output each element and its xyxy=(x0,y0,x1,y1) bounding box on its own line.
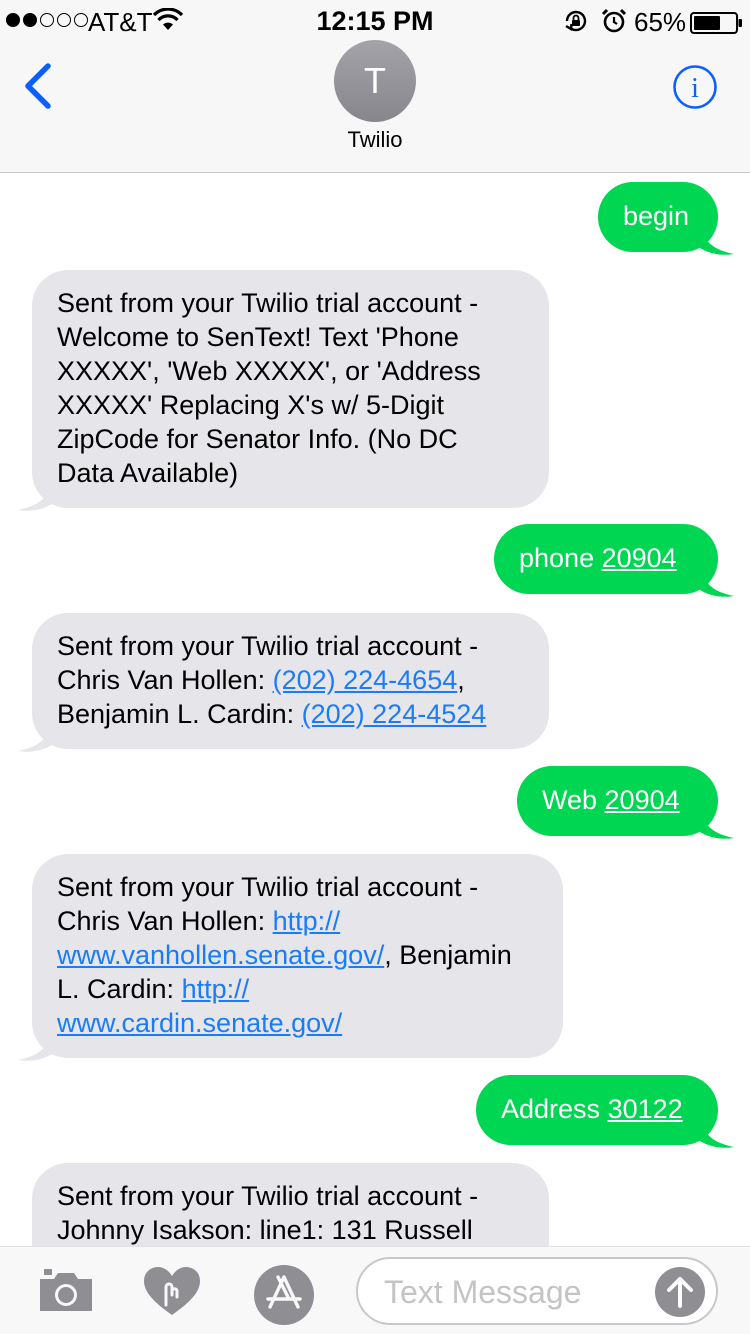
app-store-icon xyxy=(254,1265,314,1325)
incoming-message[interactable]: Sent from your Twilio trial account - Jo… xyxy=(0,1163,750,1246)
contact-avatar[interactable]: T xyxy=(334,40,416,122)
digital-touch-button[interactable] xyxy=(142,1265,202,1319)
message-bubble[interactable]: Sent from your Twilio trial account - We… xyxy=(32,270,549,508)
send-button[interactable] xyxy=(654,1266,706,1318)
message-link[interactable]: 30122 xyxy=(608,1094,683,1124)
incoming-message[interactable]: Sent from your Twilio trial account - Ch… xyxy=(0,613,750,752)
outgoing-message[interactable]: Web 20904 xyxy=(0,766,750,839)
message-bubble[interactable]: Sent from your Twilio trial account - Ch… xyxy=(32,613,549,749)
message-link[interactable]: 20904 xyxy=(602,543,677,573)
svg-text:i: i xyxy=(691,73,699,104)
message-text: Sent from your Twilio trial account - Jo… xyxy=(57,1181,479,1245)
message-link[interactable]: (202) 224-4654 xyxy=(273,665,458,695)
alarm-icon xyxy=(601,8,627,33)
message-field xyxy=(356,1257,718,1325)
message-text: begin xyxy=(623,201,690,231)
message-bubble[interactable]: phone 20904 xyxy=(494,524,718,594)
outgoing-message[interactable]: begin xyxy=(0,182,750,255)
message-link[interactable]: 20904 xyxy=(605,785,680,815)
outgoing-message[interactable]: phone 20904 xyxy=(0,524,750,597)
message-bubble[interactable]: Sent from your Twilio trial account - Ch… xyxy=(32,854,563,1058)
incoming-message[interactable]: Sent from your Twilio trial account - We… xyxy=(0,270,750,511)
battery-percentage: 65% xyxy=(634,7,687,37)
message-text: Sent from your Twilio trial account - We… xyxy=(57,288,481,488)
message-bubble[interactable]: Address 30122 xyxy=(476,1075,718,1145)
message-text: Web xyxy=(542,785,605,815)
message-input-bar xyxy=(0,1246,750,1334)
app-store-button[interactable] xyxy=(250,1261,318,1329)
chevron-left-icon xyxy=(25,63,51,109)
message-text: phone xyxy=(519,543,602,573)
status-bar: AT&T 12:15 PM 65% xyxy=(0,0,750,40)
message-bubble[interactable]: begin xyxy=(598,182,718,252)
conversation-header: AT&T 12:15 PM 65% T Twilio i xyxy=(0,0,750,173)
message-text: Sent from your Twilio trial account - Ch… xyxy=(57,872,479,936)
message-bubble[interactable]: Web 20904 xyxy=(517,766,718,836)
send-arrow-up-icon xyxy=(655,1267,705,1317)
message-link[interactable]: (202) 224-4524 xyxy=(302,699,487,729)
messages-screen: AT&T 12:15 PM 65% T Twilio i begin Sent … xyxy=(0,0,750,1334)
info-button[interactable]: i xyxy=(672,64,718,110)
message-input[interactable] xyxy=(384,1271,634,1313)
message-thread[interactable]: begin Sent from your Twilio trial account… xyxy=(0,172,750,1246)
incoming-message[interactable]: Sent from your Twilio trial account - Ch… xyxy=(0,854,750,1061)
rotation-lock-icon xyxy=(565,10,587,32)
outgoing-message[interactable]: Address 30122 xyxy=(0,1075,750,1148)
info-icon: i xyxy=(673,65,717,109)
battery-icon xyxy=(690,12,742,34)
back-button[interactable] xyxy=(18,62,62,110)
message-text: Address xyxy=(501,1094,608,1124)
digital-touch-heart-icon xyxy=(144,1267,200,1315)
camera-icon xyxy=(40,1269,92,1311)
contact-name[interactable]: Twilio xyxy=(0,127,750,153)
message-bubble[interactable]: Sent from your Twilio trial account - Jo… xyxy=(32,1163,549,1246)
camera-button[interactable] xyxy=(36,1267,96,1315)
